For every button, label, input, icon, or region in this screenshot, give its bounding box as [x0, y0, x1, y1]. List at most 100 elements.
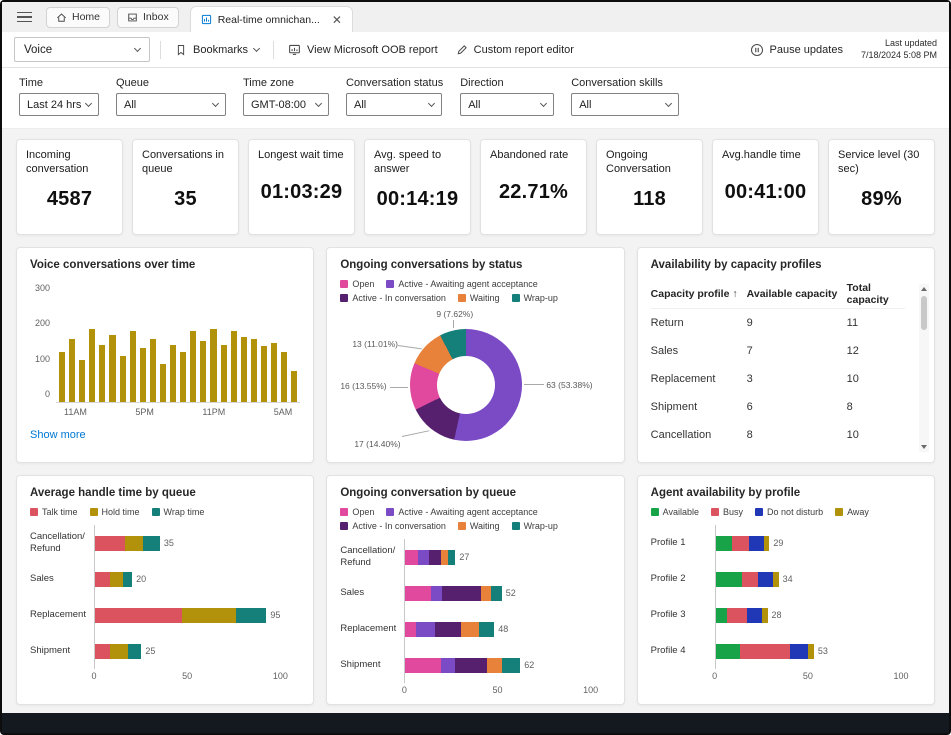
bar-segment[interactable] — [762, 608, 768, 623]
bar-segment[interactable] — [749, 536, 764, 551]
bar-segment[interactable] — [491, 586, 502, 601]
bar-segment[interactable] — [747, 608, 762, 623]
bar-segment[interactable] — [95, 536, 125, 551]
legend-item[interactable]: Open — [340, 279, 374, 289]
table-row[interactable]: Cancellation810 — [651, 421, 905, 449]
column-bar[interactable] — [150, 339, 156, 402]
show-more-link[interactable]: Show more — [30, 429, 86, 441]
legend-item[interactable]: Active - In conversation — [340, 293, 446, 303]
column-bar[interactable] — [120, 356, 126, 402]
stacked-bar[interactable] — [405, 622, 494, 637]
legend-item[interactable]: Wrap-up — [512, 293, 558, 303]
bar-segment[interactable] — [405, 658, 440, 673]
legend-item[interactable]: Active - Awaiting agent acceptance — [386, 279, 537, 289]
legend-item[interactable]: Busy — [711, 507, 743, 517]
column-bar[interactable] — [251, 339, 257, 402]
bar-segment[interactable] — [808, 644, 814, 659]
bar-segment[interactable] — [441, 658, 456, 673]
column-bar[interactable] — [89, 329, 95, 402]
bar-segment[interactable] — [416, 622, 435, 637]
bar-segment[interactable] — [740, 644, 790, 659]
bar-segment[interactable] — [123, 572, 132, 587]
column-bar[interactable] — [59, 352, 65, 402]
column-bar[interactable] — [291, 371, 297, 402]
legend-item[interactable]: Available — [651, 507, 699, 517]
tab-home[interactable]: Home — [46, 7, 110, 28]
bar-segment[interactable] — [742, 572, 759, 587]
bar-segment[interactable] — [95, 608, 182, 623]
stacked-bar[interactable] — [95, 572, 132, 587]
bar-segment[interactable] — [487, 658, 502, 673]
legend-item[interactable]: Away — [835, 507, 869, 517]
column-header[interactable]: Total capacity — [847, 282, 905, 306]
bar-segment[interactable] — [732, 536, 749, 551]
tab-realtime-omnichannel[interactable]: Real-time omnichan... ✕ — [190, 6, 353, 32]
bar-segment[interactable] — [716, 572, 742, 587]
legend-item[interactable]: Talk time — [30, 507, 78, 517]
stacked-bar[interactable] — [405, 586, 501, 601]
column-header[interactable]: Capacity profile ↑ — [651, 288, 747, 300]
bar-segment[interactable] — [502, 658, 521, 673]
tab-inbox[interactable]: Inbox — [117, 7, 179, 28]
bar-segment[interactable] — [758, 572, 773, 587]
bar-segment[interactable] — [405, 586, 431, 601]
filter-dropdown[interactable]: All — [571, 93, 679, 116]
close-icon[interactable]: ✕ — [332, 14, 342, 26]
donut-ring[interactable] — [410, 329, 522, 441]
legend-item[interactable]: Wrap-up — [512, 521, 558, 531]
bar-segment[interactable] — [110, 644, 129, 659]
bar-segment[interactable] — [95, 572, 110, 587]
column-bar[interactable] — [221, 345, 227, 403]
table-row[interactable]: Replacement310 — [651, 365, 905, 393]
column-bar[interactable] — [170, 345, 176, 403]
bar-segment[interactable] — [418, 550, 429, 565]
filter-dropdown[interactable]: All — [346, 93, 442, 116]
filter-dropdown[interactable]: Last 24 hrs — [19, 93, 99, 116]
bar-segment[interactable] — [773, 572, 779, 587]
legend-item[interactable]: Wrap time — [152, 507, 205, 517]
column-bar[interactable] — [261, 346, 267, 402]
legend-item[interactable]: Do not disturb — [755, 507, 823, 517]
column-bar[interactable] — [231, 331, 237, 402]
bar-segment[interactable] — [479, 622, 494, 637]
column-bar[interactable] — [241, 337, 247, 402]
column-bar[interactable] — [109, 335, 115, 402]
column-bar[interactable] — [200, 341, 206, 402]
column-header[interactable]: Available capacity — [747, 288, 847, 300]
bar-segment[interactable] — [790, 644, 809, 659]
column-bar[interactable] — [69, 339, 75, 402]
bar-segment[interactable] — [143, 536, 160, 551]
table-row[interactable]: Return911 — [651, 309, 905, 337]
stacked-bar[interactable] — [95, 536, 160, 551]
bar-segment[interactable] — [441, 550, 448, 565]
bar-segment[interactable] — [431, 586, 442, 601]
filter-dropdown[interactable]: All — [460, 93, 554, 116]
bar-segment[interactable] — [405, 550, 418, 565]
legend-item[interactable]: Active - Awaiting agent acceptance — [386, 507, 537, 517]
stacked-bar[interactable] — [716, 536, 770, 551]
bar-segment[interactable] — [182, 608, 236, 623]
stacked-bar[interactable] — [95, 644, 141, 659]
bar-segment[interactable] — [455, 658, 487, 673]
table-row[interactable]: Sales712 — [651, 337, 905, 365]
scroll-thumb[interactable] — [921, 296, 927, 330]
stacked-bar[interactable] — [95, 608, 266, 623]
column-bar[interactable] — [130, 331, 136, 402]
bar-segment[interactable] — [435, 622, 461, 637]
column-bar[interactable] — [281, 352, 287, 402]
column-bar[interactable] — [79, 360, 85, 402]
stacked-bar[interactable] — [405, 658, 520, 673]
table-row[interactable]: Shipment68 — [651, 393, 905, 421]
column-bar[interactable] — [180, 352, 186, 402]
custom-report-editor-button[interactable]: Custom report editor — [452, 44, 578, 56]
column-bar[interactable] — [160, 364, 166, 402]
bar-segment[interactable] — [481, 586, 490, 601]
bar-segment[interactable] — [448, 550, 455, 565]
column-bar[interactable] — [210, 329, 216, 402]
bar-segment[interactable] — [716, 608, 727, 623]
column-bar[interactable] — [140, 348, 146, 402]
stacked-bar[interactable] — [405, 550, 455, 565]
bar-segment[interactable] — [461, 622, 480, 637]
legend-item[interactable]: Open — [340, 507, 374, 517]
bar-segment[interactable] — [405, 622, 416, 637]
